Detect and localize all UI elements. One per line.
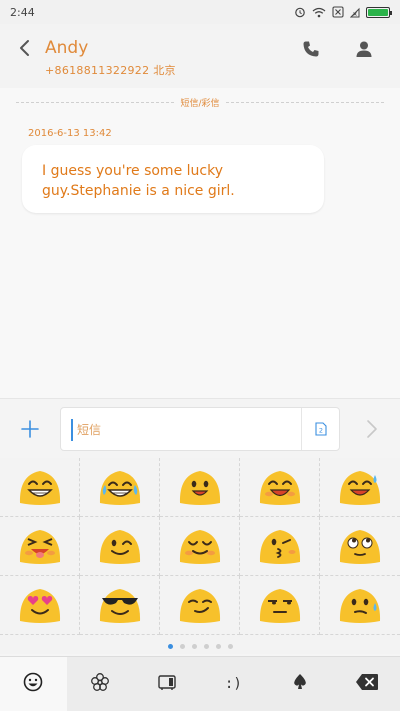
divider-label: 短信/彩信 <box>176 99 224 109</box>
emoji-eye-roll-blob[interactable] <box>320 517 400 576</box>
flower-tab[interactable] <box>67 657 134 711</box>
kissing-wink-blob-icon <box>259 530 300 564</box>
contact-profile-button[interactable] <box>353 38 375 60</box>
emoji-grinning-blob[interactable] <box>0 458 80 517</box>
phone-icon <box>303 41 319 57</box>
page-dot[interactable] <box>191 644 197 649</box>
flower-icon <box>90 672 110 696</box>
sim-icon: 2 <box>314 422 327 436</box>
back-button[interactable] <box>14 38 34 58</box>
attach-button[interactable] <box>18 417 42 441</box>
page-dot[interactable] <box>227 644 233 649</box>
message-type-divider: 短信/彩信 <box>0 96 400 109</box>
battery-fill <box>368 8 388 16</box>
sticker-tab[interactable] <box>133 657 200 711</box>
send-arrow-icon <box>367 420 377 438</box>
message-input-box[interactable]: 2 <box>60 407 340 451</box>
plus-icon <box>21 420 39 438</box>
emoji-blushing-blob[interactable] <box>160 517 240 576</box>
emoji-tab[interactable] <box>0 657 67 711</box>
back-icon <box>20 40 29 56</box>
status-time: 2:44 <box>10 5 35 19</box>
emoji-sweat-smile-blob[interactable] <box>320 458 400 517</box>
eye-roll-blob-icon <box>339 530 381 564</box>
composer-bar: 2 <box>0 398 400 458</box>
emoji-unamused-blob[interactable] <box>240 576 320 635</box>
message-input[interactable] <box>71 419 291 441</box>
no-sim-icon <box>332 6 344 18</box>
confused-sweat-blob-icon <box>339 589 381 623</box>
battery-icon <box>366 6 392 18</box>
contact-name[interactable]: Andy <box>45 38 88 58</box>
spade-icon <box>292 673 308 695</box>
backspace-tab[interactable] <box>333 657 400 711</box>
emoji-tears-of-joy-blob[interactable] <box>80 458 160 517</box>
emoji-panel <box>0 458 400 654</box>
emoji-confused-sweat-blob[interactable] <box>320 576 400 635</box>
page-dot[interactable] <box>203 644 209 649</box>
unamused-blob-icon <box>259 589 300 623</box>
tab-label: :) <box>224 676 242 692</box>
sweat-smile-blob-icon <box>339 471 381 505</box>
person-icon <box>356 41 372 57</box>
emoji-winking-blob[interactable] <box>80 517 160 576</box>
received-message-bubble[interactable]: I guess you're some lucky guy.Stephanie … <box>22 145 324 213</box>
sim-select-button[interactable]: 2 <box>301 408 339 450</box>
emoji-face-icon <box>23 672 43 696</box>
symbol-tab[interactable] <box>267 657 334 711</box>
emoji-smiling-blob[interactable] <box>160 458 240 517</box>
smiling-blob-icon <box>179 471 220 505</box>
backspace-icon <box>355 673 379 695</box>
svg-text:2: 2 <box>318 427 322 435</box>
keyboard-tab-bar: :) <box>0 656 400 711</box>
conversation-header: Andy +8618811322922 北京 <box>0 24 400 88</box>
sunglasses-blob-icon <box>99 589 140 623</box>
emoji-heart-eyes-blob[interactable] <box>0 576 80 635</box>
emoji-grid <box>0 458 400 635</box>
page-dot[interactable] <box>167 644 173 649</box>
status-bar: 2:44 <box>0 0 400 24</box>
emoji-kissing-wink-blob[interactable] <box>240 517 320 576</box>
emoji-page-indicator <box>0 644 400 649</box>
wifi-icon <box>312 7 326 17</box>
message-list[interactable]: 短信/彩信 2016-6-13 13:42 I guess you're som… <box>0 88 400 398</box>
blushing-blob-icon <box>179 530 220 564</box>
signal-icon <box>350 7 360 17</box>
laughing-blob-icon <box>259 471 300 505</box>
page-dot[interactable] <box>215 644 221 649</box>
emoji-sunglasses-blob[interactable] <box>80 576 160 635</box>
tears-of-joy-blob-icon <box>99 471 140 505</box>
send-button[interactable] <box>360 417 384 441</box>
emoji-squinting-tongue-blob[interactable] <box>0 517 80 576</box>
sticker-icon <box>157 672 177 696</box>
call-button[interactable] <box>300 38 322 60</box>
heart-eyes-blob-icon <box>19 589 60 623</box>
message-timestamp: 2016-6-13 13:42 <box>28 128 112 139</box>
contact-number: +8618811322922 北京 <box>45 64 176 77</box>
emoji-laughing-blob[interactable] <box>240 458 320 517</box>
winking-blob-icon <box>99 530 140 564</box>
status-icons <box>294 6 392 18</box>
alarm-icon <box>295 7 305 18</box>
emoticon-tab[interactable]: :) <box>200 657 267 711</box>
squinting-tongue-blob-icon <box>19 530 60 564</box>
page-dot[interactable] <box>179 644 185 649</box>
grinning-blob-icon <box>19 471 60 505</box>
smirking-blob-icon <box>179 589 220 623</box>
emoji-smirking-blob[interactable] <box>160 576 240 635</box>
